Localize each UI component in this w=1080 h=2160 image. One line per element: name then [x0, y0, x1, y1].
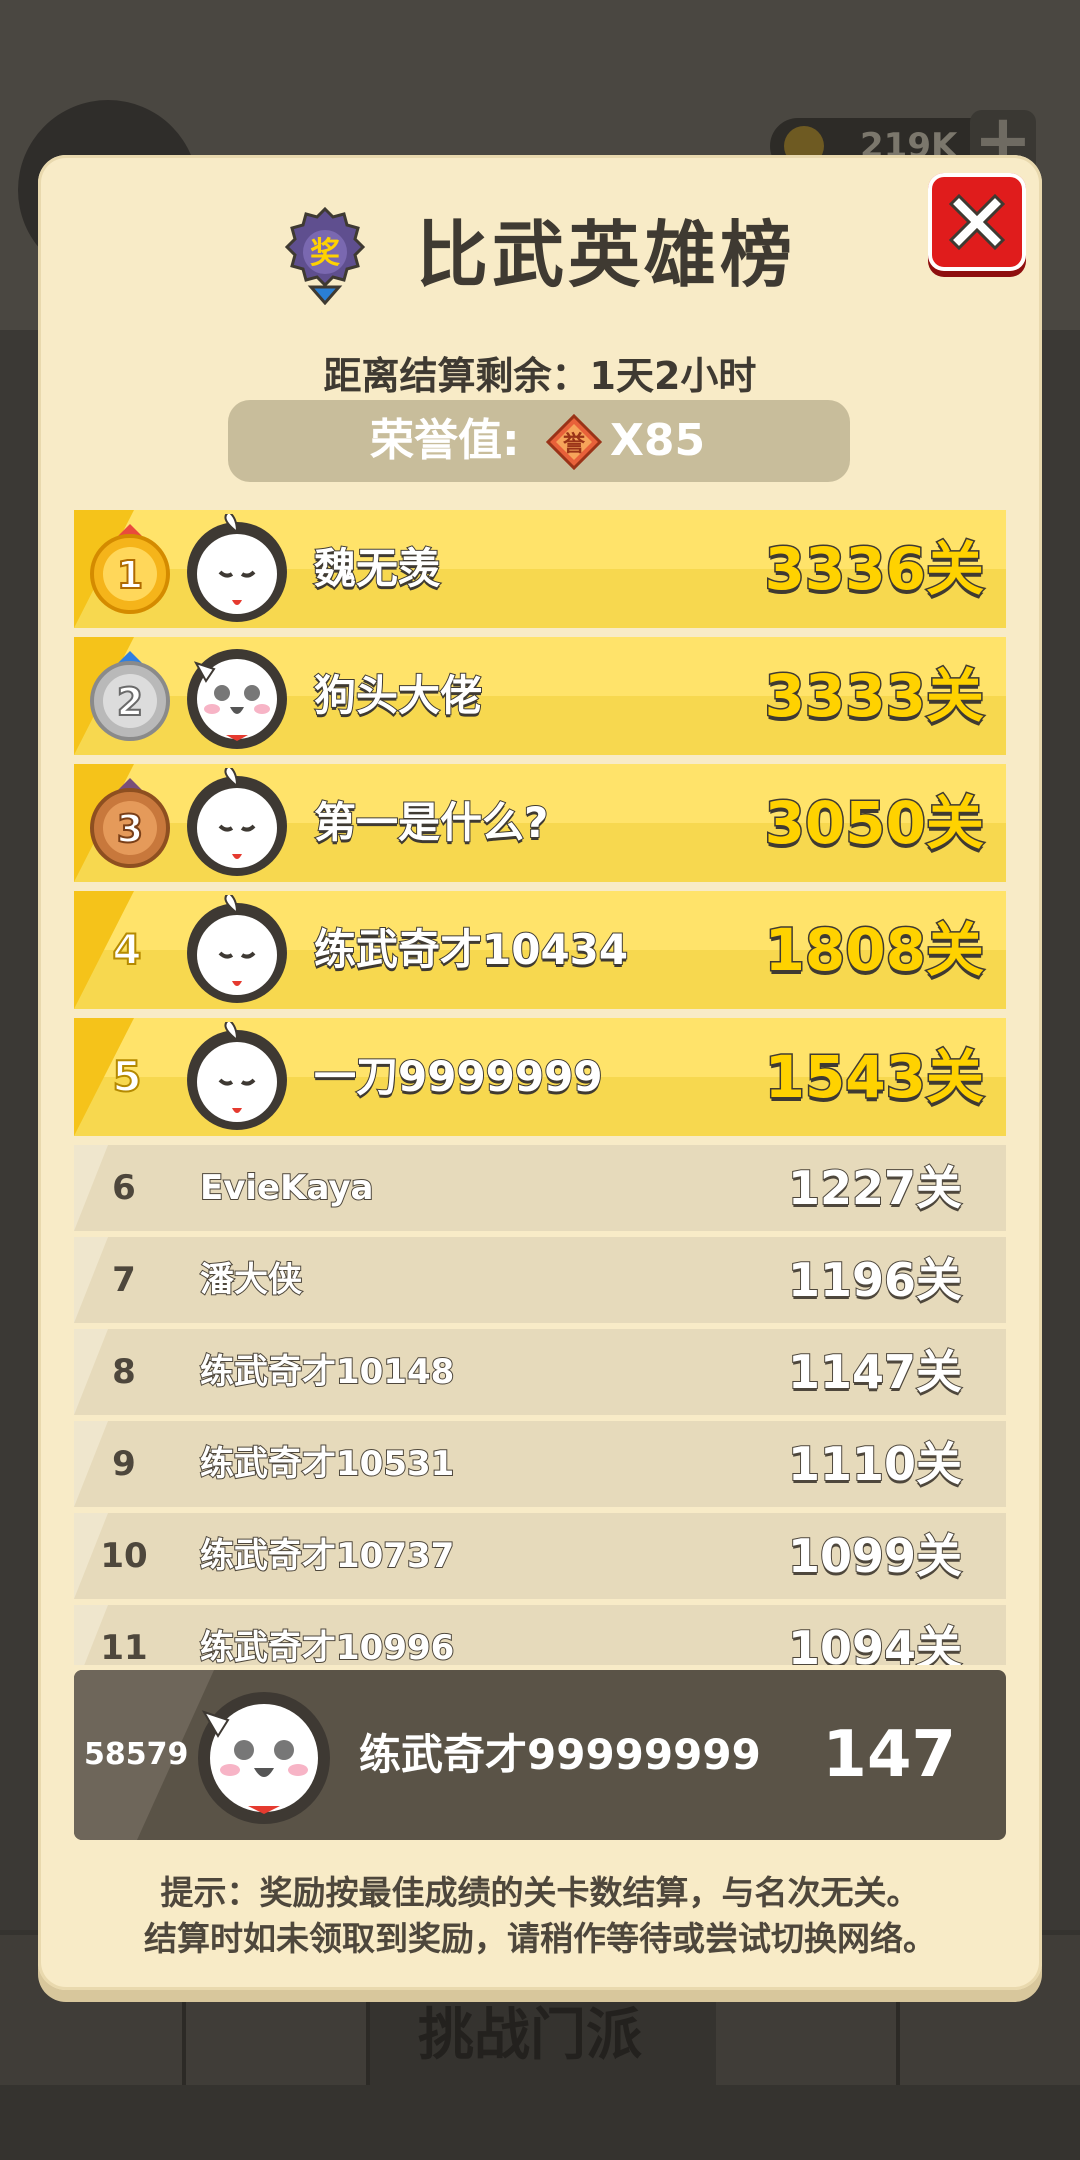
- player-name: 练武奇才10737: [199, 1535, 455, 1577]
- rank-number: 9: [112, 1444, 136, 1484]
- dialog-header: 奖 比武英雄榜: [38, 205, 1042, 315]
- player-name: 练武奇才10434: [313, 924, 629, 975]
- player-name: 第一是什么?: [313, 797, 549, 848]
- honor-points-box: 荣誉值: 誉 X85: [228, 400, 850, 482]
- player-score: 1808关: [763, 915, 985, 986]
- rank-number: 6: [112, 1168, 136, 1208]
- tip-line: 提示：奖励按最佳成绩的关卡数结算，与名次无关。: [160, 1873, 920, 1912]
- ranking-row[interactable]: 10 练武奇才10737 1099关: [74, 1513, 1006, 1599]
- close-icon: [948, 193, 1006, 251]
- ranking-row[interactable]: 9 练武奇才10531 1110关: [74, 1421, 1006, 1507]
- player-score: 3336关: [763, 534, 985, 605]
- rank-number: 10: [100, 1536, 148, 1576]
- player-score: 1094关: [787, 1620, 963, 1665]
- leaderboard-dialog: 奖 比武英雄榜 距离结算剩余：1天2小时 荣誉值: 誉 X85 1 魏无羡 33…: [38, 155, 1042, 1990]
- svg-text:誉: 誉: [563, 431, 586, 457]
- player-name: 狗头大佬: [313, 670, 483, 721]
- honor-value: X85: [610, 415, 706, 466]
- svg-text:3: 3: [117, 807, 143, 851]
- player-score: 1227关: [787, 1160, 963, 1216]
- my-ranking-row[interactable]: 58579 练武奇才99999999 147: [74, 1670, 1006, 1840]
- svg-text:奖: 奖: [310, 236, 340, 271]
- player-name: 练武奇才10148: [199, 1351, 455, 1393]
- close-button[interactable]: [928, 173, 1026, 271]
- player-score: 1099关: [787, 1528, 963, 1584]
- ranking-row[interactable]: 8 练武奇才10148 1147关: [74, 1329, 1006, 1415]
- rank-number: 8: [112, 1352, 136, 1392]
- ranking-row[interactable]: 7 潘大侠 1196关: [74, 1237, 1006, 1323]
- rank-number: 5: [111, 1051, 142, 1102]
- rank-number: 11: [100, 1628, 148, 1665]
- honor-label: 荣誉值:: [370, 415, 520, 466]
- ghost-avatar-icon: [187, 1022, 287, 1130]
- svg-text:2: 2: [117, 680, 143, 724]
- ranking-row-top[interactable]: 1 魏无羡 3336关: [74, 510, 1006, 628]
- player-score: 1147关: [787, 1344, 963, 1400]
- player-score: 3050关: [763, 788, 985, 859]
- player-score: 1196关: [787, 1252, 963, 1308]
- ghost-avatar-icon: [187, 514, 287, 622]
- settlement-countdown: 距离结算剩余：1天2小时: [323, 354, 757, 398]
- ghost-avatar-icon: [187, 895, 287, 1003]
- tip-line: 结算时如未领取到奖励，请稍作等待或尝试切换网络。: [144, 1919, 936, 1958]
- rank-number: 7: [112, 1260, 136, 1300]
- ranking-row-top[interactable]: 2 狗头大佬 3333关: [74, 637, 1006, 755]
- dog-head-avatar-icon: [198, 1692, 330, 1824]
- background-tab-label: 挑战门派: [418, 2003, 642, 2068]
- rank-number: 4: [111, 924, 142, 975]
- silver-medal-icon: 2: [90, 651, 170, 741]
- ranking-row[interactable]: 6 EvieKaya 1227关: [74, 1145, 1006, 1231]
- ghost-avatar-icon: [187, 768, 287, 876]
- award-gear-icon: 奖: [284, 206, 366, 305]
- ranking-row-top[interactable]: 4 练武奇才10434 1808关: [74, 891, 1006, 1009]
- dialog-title: 比武英雄榜: [416, 213, 797, 297]
- player-name: EvieKaya: [199, 1167, 374, 1209]
- my-player-score: 147: [822, 1718, 956, 1792]
- my-rank-number: 58579: [84, 1737, 189, 1772]
- player-name: 潘大侠: [199, 1259, 303, 1301]
- honor-badge-icon: 誉: [546, 414, 602, 470]
- ranking-row-top[interactable]: 3 第一是什么? 3050关: [74, 764, 1006, 882]
- bronze-medal-icon: 3: [90, 778, 170, 868]
- player-score: 1543关: [763, 1042, 985, 1113]
- ranking-row[interactable]: 11 练武奇才10996 1094关: [74, 1605, 1006, 1665]
- dog-head-avatar-icon: [187, 649, 287, 749]
- my-player-name: 练武奇才99999999: [359, 1730, 761, 1779]
- player-name: 练武奇才10996: [199, 1627, 455, 1665]
- player-name: 一刀9999999: [313, 1051, 604, 1102]
- ranking-row-top[interactable]: 5 一刀9999999 1543关: [74, 1018, 1006, 1136]
- player-name: 练武奇才10531: [199, 1443, 455, 1485]
- ranking-list[interactable]: 1 魏无羡 3336关 2 狗头大佬 3333关 3 第一是什么? 3050关 …: [74, 510, 1006, 1665]
- reward-tip: 提示：奖励按最佳成绩的关卡数结算，与名次无关。 结算时如未领取到奖励，请稍作等待…: [38, 1870, 1042, 1962]
- gold-medal-icon: 1: [90, 524, 170, 614]
- player-name: 魏无羡: [313, 543, 441, 594]
- svg-text:1: 1: [117, 553, 143, 597]
- player-score: 1110关: [787, 1436, 963, 1492]
- player-score: 3333关: [763, 661, 985, 732]
